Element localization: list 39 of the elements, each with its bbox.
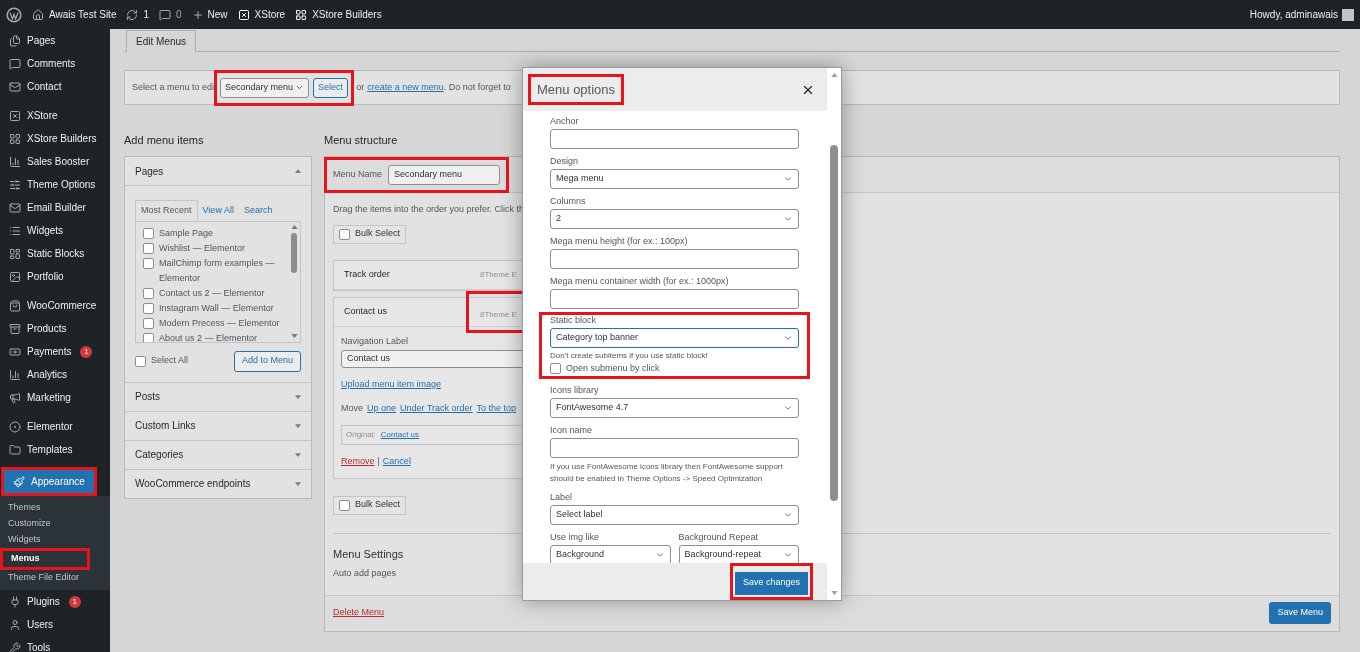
menu-item-type: 8Theme E [480, 309, 517, 319]
separator-text: | [377, 455, 380, 468]
field-label: Columns [550, 196, 586, 207]
menu-item-title: Track order [344, 267, 391, 281]
field-label: Mega menu container width (for ex.: 1000px) [550, 276, 729, 287]
menu-item-type: 8Theme E [480, 268, 517, 281]
hint-text: or [356, 80, 365, 94]
modal-title: Menu options [537, 80, 616, 99]
field-label: Navigation Label [341, 334, 409, 348]
count-badge: 1 [80, 345, 93, 358]
move-label: Move [341, 401, 363, 415]
menu-name-label: Menu Name [333, 167, 383, 181]
field-label: Icon name [550, 424, 593, 436]
page-name: Contact us 2 — Elementor [159, 286, 265, 300]
field-label: Mega menu height (for ex.: 100px) [550, 236, 688, 247]
section-heading: Add menu items [124, 133, 204, 148]
count-badge: 1 [68, 595, 81, 608]
settings-label: Auto add pages [333, 567, 397, 580]
field-label: Icons library [550, 384, 599, 396]
page-name: MailChimp form examples — Elementor [159, 256, 276, 285]
page-name: Modern Precess — Elementor [159, 316, 280, 330]
page-name: Sample Page [159, 226, 214, 240]
field-label: Use img like [550, 531, 599, 543]
page-name: Instagram Wall — Elementor [159, 301, 274, 315]
field-label: Design [550, 156, 578, 167]
page-name: About us 2 — Elementor [159, 331, 258, 342]
section-heading: Menu structure [324, 133, 398, 148]
original-label: Original: [346, 429, 376, 441]
field-label: Label [550, 491, 573, 503]
hint-text: . Do not forget to [443, 80, 511, 94]
menu-item-title: Contact us [344, 304, 389, 318]
select-menu-label: Select a menu to edi [132, 80, 215, 94]
help-text: Don't create subitems if you use static block! [550, 350, 709, 362]
settings-heading: Menu Settings [333, 546, 404, 562]
field-label: Static block [550, 315, 597, 326]
page-name: Wishlist — Elementor [159, 241, 246, 255]
help-text: If you use FontAwesome icons library then FontAwesome support should be enabled in Theme Options -> Speed Optimization [550, 460, 784, 485]
field-label: Background Repeat [678, 531, 759, 543]
field-label: Anchor [550, 116, 579, 127]
